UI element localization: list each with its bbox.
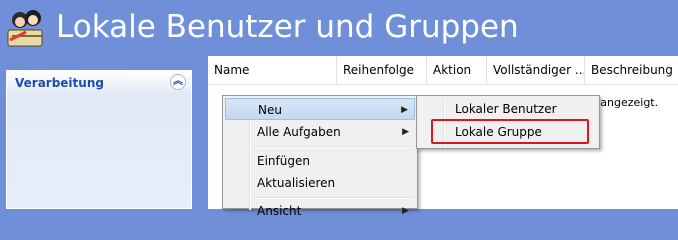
menu-item-einfuegen[interactable]: Einfügen <box>225 150 415 172</box>
menu-separator <box>253 146 413 148</box>
menu-item-label: Aktualisieren <box>257 176 336 190</box>
header: Lokale Benutzer und Gruppen <box>0 0 678 56</box>
column-header-name[interactable]: Name <box>208 56 336 84</box>
column-header-aktion[interactable]: Aktion <box>426 56 486 84</box>
column-header-beschreibung[interactable]: Beschreibung <box>584 56 678 84</box>
submenu-item-lokaler-benutzer[interactable]: Lokaler Benutzer <box>419 98 595 120</box>
users-groups-icon <box>7 10 43 47</box>
menu-item-ansicht[interactable]: Ansicht ▶ <box>225 200 415 222</box>
menu-item-aktualisieren[interactable]: Aktualisieren <box>225 172 415 194</box>
menu-item-label: Alle Aufgaben <box>257 125 341 139</box>
menu-item-label: Einfügen <box>257 154 310 168</box>
column-headers: Name Reihenfolge Aktion Vollständiger ..… <box>208 56 678 85</box>
column-header-vollstaendiger-name[interactable]: Vollständiger ... <box>486 56 586 84</box>
actions-panel-header[interactable]: Verarbeitung ︽ <box>7 71 191 95</box>
chevron-right-icon: ▶ <box>402 206 409 216</box>
menu-item-label: Ansicht <box>257 204 302 218</box>
actions-panel-title: Verarbeitung <box>15 76 104 90</box>
chevron-right-icon: ▶ <box>402 127 409 137</box>
context-menu: Neu ▶ Alle Aufgaben ▶ Einfügen Aktualisi… <box>222 95 418 218</box>
page-title: Lokale Benutzer und Gruppen <box>56 9 519 45</box>
column-header-reihenfolge[interactable]: Reihenfolge <box>336 56 426 84</box>
empty-list-message: e angezeigt. <box>590 96 659 109</box>
double-chevron-up-icon[interactable]: ︽ <box>170 74 186 90</box>
chevron-right-icon: ▶ <box>401 105 408 115</box>
menu-item-label: Lokaler Benutzer <box>455 102 557 116</box>
actions-panel: Verarbeitung ︽ <box>6 70 192 209</box>
menu-item-neu[interactable]: Neu ▶ <box>225 98 415 120</box>
menu-item-label: Neu <box>258 103 282 117</box>
menu-separator <box>253 197 413 199</box>
menu-item-alle-aufgaben[interactable]: Alle Aufgaben ▶ <box>225 121 415 143</box>
highlight-annotation <box>431 119 589 144</box>
